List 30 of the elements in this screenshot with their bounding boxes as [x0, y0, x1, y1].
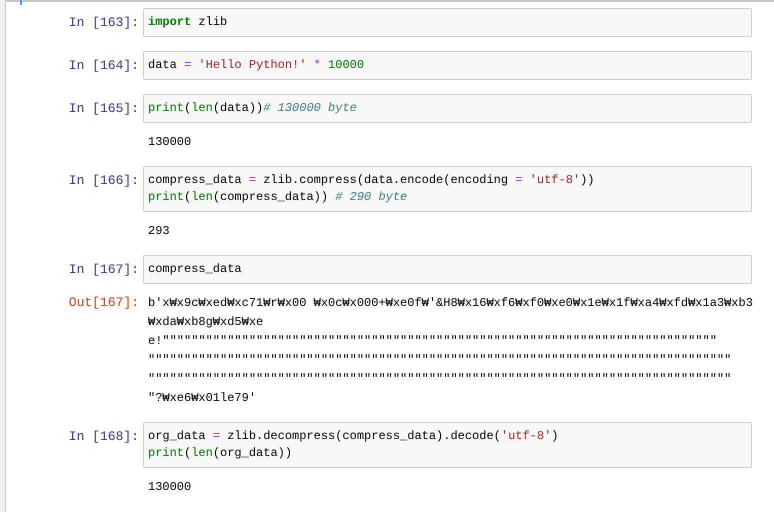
input-prompt: In [163]:: [68, 14, 140, 31]
output-text: "?₩xe6₩x01le79': [148, 390, 256, 407]
code-input[interactable]: data = 'Hello Python!' * 10000: [143, 51, 752, 80]
output-text: 293: [148, 223, 170, 240]
code-line: compress_data = zlib.compress(data.encode(encoding = 'utf-8')): [148, 172, 594, 189]
code-input[interactable]: compress_data: [143, 255, 752, 284]
code-line: import zlib: [148, 14, 228, 31]
code-line: print(len(compress_data)) # 290 byte: [148, 189, 408, 206]
input-prompt: In [168]:: [68, 428, 140, 445]
output-text: 130000: [148, 479, 192, 496]
output-text: ₩xda₩xb8g₩xd5₩xe: [148, 314, 264, 331]
input-prompt: In [164]:: [68, 57, 140, 74]
code-line: compress_data: [148, 261, 242, 278]
output-text: b'x₩x9c₩xed₩xc71₩r₩x00 ₩x0c₩x000+₩xe0f₩'&H8₩x16₩xf6₩xf0₩xe0₩x1e₩x1f₩xa4₩xfd₩x1a3₩xb3: [148, 295, 753, 312]
code-input[interactable]: org_data = zlib.decompress(compress_data).decode('utf-8') print(len(org_data)): [143, 422, 752, 468]
input-prompt: In [166]:: [68, 172, 140, 189]
code-line: org_data = zlib.decompress(compress_data).decode('utf-8'): [148, 428, 558, 445]
input-prompt: In [165]:: [68, 100, 140, 117]
output-prompt: Out[167]:: [68, 294, 140, 311]
code-line: print(len(data))# 130000 byte: [148, 100, 357, 117]
input-prompt: In [167]:: [68, 261, 140, 278]
output-text: 130000: [148, 134, 192, 151]
output-text: """"""""""""""""""""""""""""""""""""""""""""""""""""""""""""""""""""""""""""""""": [148, 371, 732, 388]
code-input[interactable]: compress_data = zlib.compress(data.encode(encoding = 'utf-8')) print(len(compress_data)) # 290 byte: [143, 166, 752, 212]
code-line: data = 'Hello Python!' * 10000: [148, 57, 364, 74]
code-input[interactable]: print(len(data))# 130000 byte: [143, 94, 752, 123]
output-text: e!""""""""""""""""""""""""""""""""""""""""""""""""""""""""""""""""""""""""""""": [148, 333, 717, 350]
output-text: """"""""""""""""""""""""""""""""""""""""""""""""""""""""""""""""""""""""""""""""": [148, 352, 732, 369]
code-line: print(len(org_data)): [148, 445, 292, 462]
code-input[interactable]: import zlib: [143, 8, 752, 37]
